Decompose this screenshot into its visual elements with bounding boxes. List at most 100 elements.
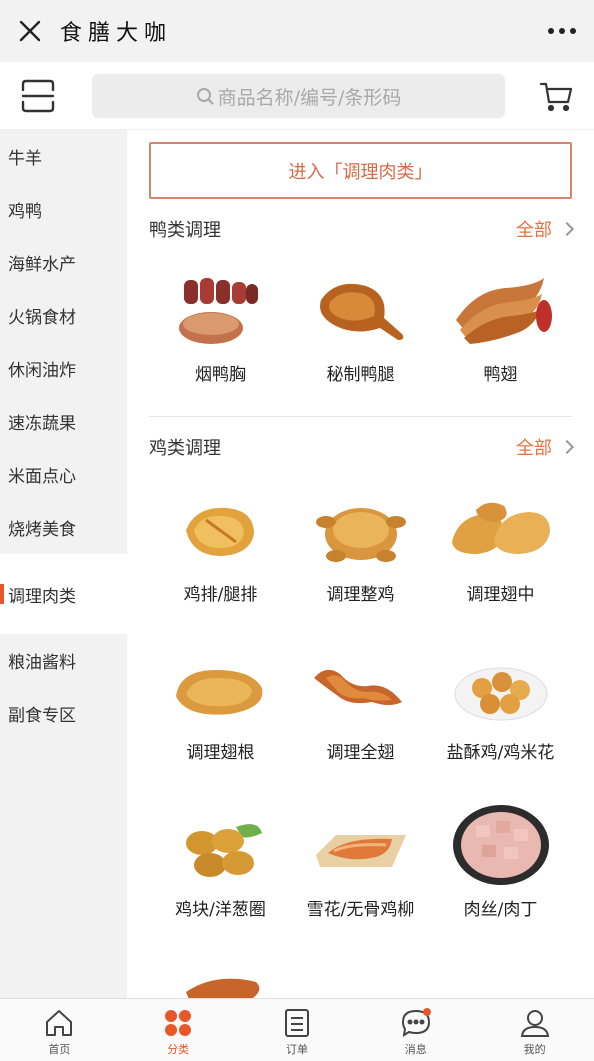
drumettes-icon xyxy=(166,648,276,728)
product-name: 鸭翅 xyxy=(483,365,518,385)
tab-label: 订单 xyxy=(285,1043,308,1056)
search-input[interactable]: 商品名称/编号/条形码 xyxy=(92,74,505,118)
sidebar-item-label: 火锅食材 xyxy=(8,308,76,328)
popcorn-chicken-icon xyxy=(446,648,556,728)
sidebar-item-beef-lamb[interactable]: 牛羊 xyxy=(0,130,127,183)
message-icon xyxy=(401,1008,431,1037)
sidebar-item-grain-oil[interactable]: 粮油酱料 xyxy=(0,634,127,687)
bottom-tab-bar: 首页 分类 订单 消息 我的 xyxy=(0,998,594,1061)
sidebar-item-label: 速冻蔬果 xyxy=(8,414,76,434)
section-header-chicken: 鸡类调理 全部 xyxy=(149,432,575,462)
sidebar-item-hotpot[interactable]: 火锅食材 xyxy=(0,289,127,342)
sidebar-item-label: 牛羊 xyxy=(8,149,42,169)
sidebar-item-label: 休闲油炸 xyxy=(8,361,76,381)
section-divider xyxy=(149,416,572,417)
tab-orders[interactable]: 订单 xyxy=(238,999,357,1061)
sidebar-item-label: 副食专区 xyxy=(8,706,76,726)
tab-label: 我的 xyxy=(523,1043,546,1056)
tab-label: 分类 xyxy=(167,1043,190,1056)
product-tile[interactable]: 鸭翅 xyxy=(428,270,573,385)
product-name: 烟鸭胸 xyxy=(195,365,246,385)
product-name: 鸡排/腿排 xyxy=(183,585,258,605)
sidebar-item-seafood[interactable]: 海鲜水产 xyxy=(0,236,127,289)
product-tile[interactable]: 雪花/无骨鸡柳 xyxy=(288,805,433,920)
product-name: 盐酥鸡/鸡米花 xyxy=(446,743,555,763)
product-name: 调理整鸡 xyxy=(326,585,395,605)
more-icon[interactable] xyxy=(544,18,580,44)
top-bar: 食膳大咖 xyxy=(0,0,594,62)
category-icon xyxy=(165,1010,192,1036)
section-header-duck: 鸭类调理 全部 xyxy=(149,214,575,244)
product-tile[interactable]: 鸡排/腿排 xyxy=(148,490,293,605)
chevron-right-icon xyxy=(559,221,575,237)
product-tile[interactable]: 鸡块/洋葱圈 xyxy=(148,805,293,920)
sidebar-item-prepared-meat[interactable]: 调理肉类 xyxy=(0,554,127,634)
sidebar-item-chicken-duck[interactable]: 鸡鸭 xyxy=(0,183,127,236)
view-all-label: 全部 xyxy=(516,438,552,459)
search-row: 商品名称/编号/条形码 xyxy=(0,62,594,130)
product-name: 秘制鸭腿 xyxy=(326,365,395,385)
section-title: 鸭类调理 xyxy=(149,220,221,241)
sidebar-item-label: 米面点心 xyxy=(8,467,76,487)
sidebar-item-fried-snacks[interactable]: 休闲油炸 xyxy=(0,342,127,395)
home-icon xyxy=(46,1010,73,1036)
tab-profile[interactable]: 我的 xyxy=(475,999,594,1061)
sidebar-item-frozen-veg[interactable]: 速冻蔬果 xyxy=(0,395,127,448)
product-tile[interactable] xyxy=(148,962,293,998)
sidebar-item-label: 粮油酱料 xyxy=(8,653,76,673)
product-tile[interactable]: 调理翅根 xyxy=(148,648,293,763)
view-all-link[interactable]: 全部 xyxy=(516,216,575,242)
whole-chicken-icon xyxy=(306,490,416,570)
search-placeholder: 商品名称/编号/条形码 xyxy=(217,86,402,109)
cart-icon[interactable] xyxy=(538,78,574,114)
tab-label: 首页 xyxy=(48,1043,71,1056)
product-name: 调理全翅 xyxy=(326,743,395,763)
roast-leg-icon xyxy=(166,962,276,998)
view-all-link[interactable]: 全部 xyxy=(516,434,575,460)
category-sidebar: 牛羊 鸡鸭 海鲜水产 火锅食材 休闲油炸 速冻蔬果 米面点心 烧烤美食 调理肉类… xyxy=(0,130,127,998)
product-name: 调理翅中 xyxy=(466,585,535,605)
sidebar-item-bbq[interactable]: 烧烤美食 xyxy=(0,501,127,554)
diced-meat-icon xyxy=(446,805,556,885)
sidebar-item-label: 调理肉类 xyxy=(8,586,76,607)
view-all-label: 全部 xyxy=(516,220,552,241)
nuggets-icon xyxy=(166,805,276,885)
product-name: 雪花/无骨鸡柳 xyxy=(306,900,415,920)
product-tile[interactable]: 调理整鸡 xyxy=(288,490,433,605)
sidebar-item-groceries[interactable]: 副食专区 xyxy=(0,687,127,740)
sidebar-item-dim-sum[interactable]: 米面点心 xyxy=(0,448,127,501)
sidebar-item-label: 鸡鸭 xyxy=(8,202,42,222)
duck-leg-icon xyxy=(306,270,416,350)
tab-label: 消息 xyxy=(404,1043,427,1056)
whole-wing-icon xyxy=(306,648,416,728)
order-icon xyxy=(284,1009,309,1037)
wing-middles-icon xyxy=(446,490,556,570)
product-tile[interactable]: 秘制鸭腿 xyxy=(288,270,433,385)
product-tile[interactable]: 调理全翅 xyxy=(288,648,433,763)
smoked-duck-breast-icon xyxy=(166,270,276,350)
close-icon[interactable] xyxy=(0,0,60,62)
tab-home[interactable]: 首页 xyxy=(0,999,119,1061)
product-tile[interactable]: 调理翅中 xyxy=(428,490,573,605)
chevron-right-icon xyxy=(559,439,575,455)
product-name: 调理翅根 xyxy=(186,743,255,763)
main-content: 进入「调理肉类」 鸭类调理 全部 烟鸭胸 秘制鸭腿 鸭翅 鸡类调理 全部 鸡排/… xyxy=(127,130,594,998)
app-title: 食膳大咖 xyxy=(60,21,173,46)
tab-category[interactable]: 分类 xyxy=(119,999,238,1061)
section-title: 鸡类调理 xyxy=(149,438,221,459)
product-name: 肉丝/肉丁 xyxy=(463,900,538,920)
chicken-cutlet-icon xyxy=(166,490,276,570)
product-tile[interactable]: 盐酥鸡/鸡米花 xyxy=(428,648,573,763)
chicken-strips-icon xyxy=(306,805,416,885)
search-icon xyxy=(196,88,214,105)
enter-category-button[interactable]: 进入「调理肉类」 xyxy=(149,142,572,199)
sidebar-item-label: 烧烤美食 xyxy=(8,520,76,540)
product-tile[interactable]: 肉丝/肉丁 xyxy=(428,805,573,920)
scan-icon[interactable] xyxy=(18,76,58,116)
tab-messages[interactable]: 消息 xyxy=(356,999,475,1061)
product-name: 鸡块/洋葱圈 xyxy=(175,900,266,920)
duck-wings-icon xyxy=(446,270,556,350)
product-tile[interactable]: 烟鸭胸 xyxy=(148,270,293,385)
profile-icon xyxy=(520,1010,549,1037)
sidebar-item-label: 海鲜水产 xyxy=(8,255,76,275)
